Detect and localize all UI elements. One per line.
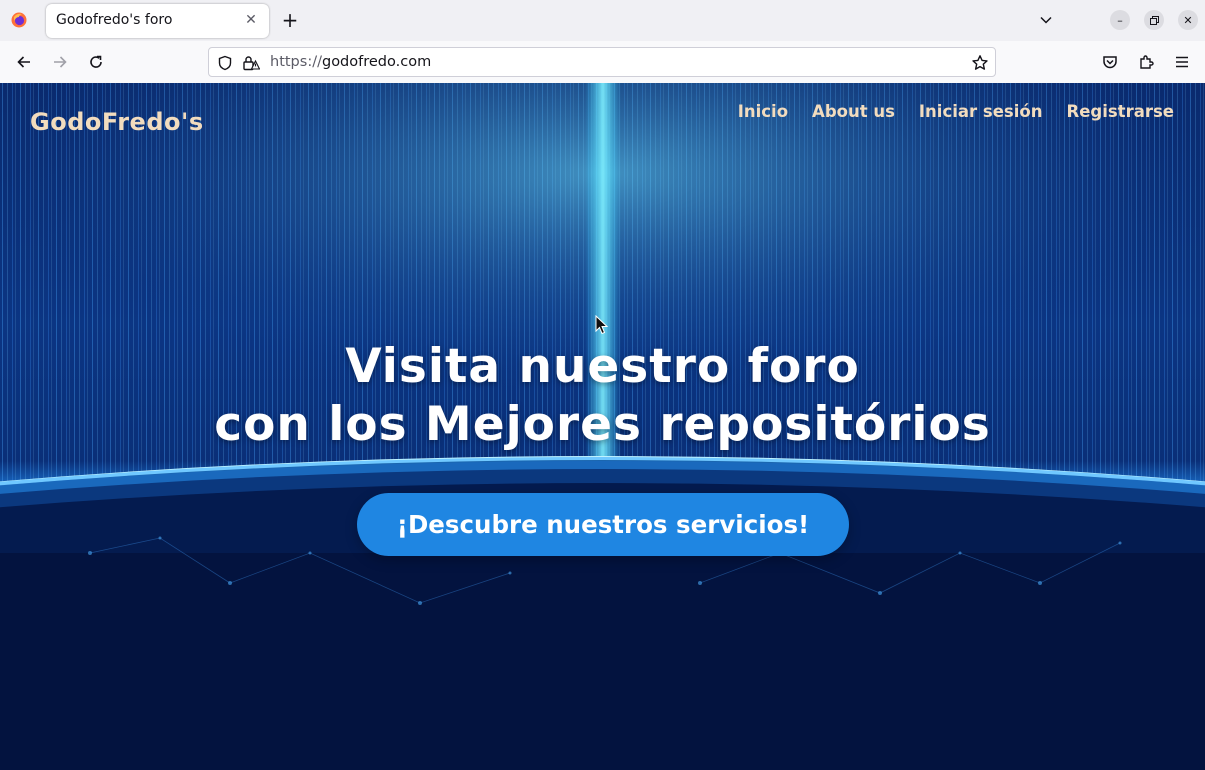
page-viewport: GodoFredo's Inicio About us Iniciar sesi…	[0, 83, 1205, 770]
active-tab[interactable]: Godofredo's foro ✕	[46, 4, 269, 38]
hero-line-1: Visita nuestro foro	[345, 339, 860, 394]
tab-strip: Godofredo's foro ✕ + – ✕	[0, 0, 1205, 41]
new-tab-icon[interactable]: +	[278, 8, 302, 32]
back-arrow-icon[interactable]	[12, 50, 36, 74]
cta-button[interactable]: ¡Descubre nuestros servicios!	[357, 493, 849, 556]
site-nav: Inicio About us Iniciar sesión Registrar…	[738, 102, 1174, 121]
tab-title: Godofredo's foro	[56, 12, 173, 28]
hero-heading: Visita nuestro foro con los Mejores repo…	[0, 338, 1205, 454]
reload-icon[interactable]	[84, 50, 108, 74]
forward-arrow-icon[interactable]	[48, 50, 72, 74]
hero-line-2: con los Mejores repositórios	[214, 397, 991, 452]
shield-icon[interactable]	[217, 55, 233, 71]
navigation-toolbar: https://godofredo.com	[0, 41, 1205, 84]
site-logo[interactable]: GodoFredo's	[30, 108, 204, 136]
restore-icon[interactable]	[1144, 10, 1164, 30]
close-window-icon[interactable]: ✕	[1178, 10, 1198, 30]
nav-link-about-us[interactable]: About us	[812, 102, 895, 121]
nav-link-inicio[interactable]: Inicio	[738, 102, 788, 121]
close-tab-icon[interactable]: ✕	[241, 10, 261, 30]
pocket-icon[interactable]	[1098, 50, 1122, 74]
minimize-icon[interactable]: –	[1110, 10, 1130, 30]
hamburger-menu-icon[interactable]	[1170, 50, 1194, 74]
mouse-cursor-icon	[595, 315, 609, 335]
tab-list-chevron-down-icon[interactable]	[1034, 8, 1058, 32]
nav-link-iniciar-sesion[interactable]: Iniciar sesión	[919, 102, 1043, 121]
browser-window: Godofredo's foro ✕ + – ✕ https://godofre…	[0, 0, 1205, 770]
insecure-lock-icon[interactable]	[242, 55, 260, 71]
extensions-icon[interactable]	[1134, 50, 1158, 74]
url-bar[interactable]: https://godofredo.com	[208, 47, 996, 77]
nav-link-registrarse[interactable]: Registrarse	[1067, 102, 1175, 121]
bookmark-star-icon[interactable]	[971, 54, 989, 72]
url-text[interactable]: https://godofredo.com	[270, 54, 431, 70]
firefox-logo-icon	[11, 12, 27, 28]
